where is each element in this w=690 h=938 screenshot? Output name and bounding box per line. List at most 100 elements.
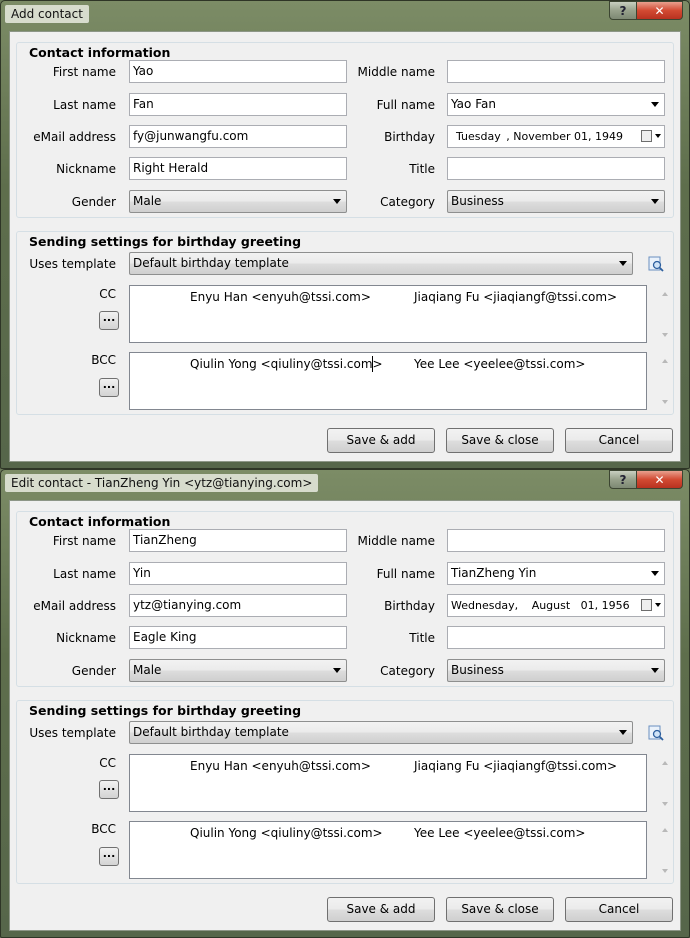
text-cursor [372, 356, 373, 372]
birthday-picker[interactable]: Tuesday , November 01, 1949 [447, 125, 665, 148]
template-select[interactable]: Default birthday template [129, 252, 633, 275]
category-label: Category [380, 195, 435, 209]
bcc-recipients-field[interactable]: Qiulin Yong <qiuliny@tssi.com> Yee Lee <… [129, 352, 647, 410]
bcc-label: BCC [91, 353, 116, 367]
chevron-down-icon[interactable] [655, 603, 661, 607]
recipient-chip[interactable]: Yee Lee <yeelee@tssi.com> [414, 357, 585, 371]
help-button[interactable]: ? [609, 470, 637, 489]
help-button[interactable]: ? [609, 1, 637, 20]
scroll-up-icon[interactable] [662, 761, 668, 765]
group-heading: Sending settings for birthday greeting [29, 234, 306, 249]
full-name-combo[interactable]: Yao Fan [447, 93, 665, 116]
lookup-icon[interactable] [648, 725, 664, 741]
close-button[interactable]: ✕ [637, 1, 683, 20]
last-name-field[interactable]: Yin [129, 562, 347, 585]
last-name-label: Last name [53, 98, 116, 112]
gender-label: Gender [71, 195, 116, 209]
recipient-chip[interactable]: Jiaqiang Fu <jiaqiangf@tssi.com> [414, 290, 617, 304]
title-bar[interactable]: Add contact ? ✕ [1, 1, 689, 29]
gender-value: Male [133, 194, 162, 208]
bcc-recipients-field[interactable]: Qiulin Yong <qiuliny@tssi.com> Yee Lee <… [129, 821, 647, 879]
full-name-label: Full name [376, 567, 435, 581]
cancel-button[interactable]: Cancel [565, 897, 673, 922]
cc-recipients-field[interactable]: Enyu Han <enyuh@tssi.com> Jiaqiang Fu <j… [129, 285, 647, 343]
template-select[interactable]: Default birthday template [129, 721, 633, 744]
scroll-up-icon[interactable] [662, 828, 668, 832]
cc-label: CC [99, 287, 116, 301]
first-name-field[interactable]: TianZheng [129, 529, 347, 552]
scroll-down-icon[interactable] [662, 400, 668, 404]
cc-recipients-field[interactable]: Enyu Han <enyuh@tssi.com> Jiaqiang Fu <j… [129, 754, 647, 812]
save-close-button[interactable]: Save & close [446, 428, 554, 453]
gender-label: Gender [71, 664, 116, 678]
recipient-chip[interactable]: Enyu Han <enyuh@tssi.com> [190, 759, 371, 773]
template-label: Uses template [29, 726, 116, 740]
category-select[interactable]: Business [447, 659, 665, 682]
bcc-browse-button[interactable]: ... [99, 847, 119, 866]
gender-select[interactable]: Male [129, 190, 347, 213]
window-title: Edit contact - TianZheng Yin <ytz@tianyi… [5, 474, 319, 492]
recipient-chip[interactable]: Qiulin Yong <qiuliny@tssi.com> [190, 826, 383, 840]
title-field[interactable] [447, 626, 665, 649]
last-name-field[interactable]: Fan [129, 93, 347, 116]
cc-browse-button[interactable]: ... [99, 780, 119, 799]
email-field[interactable]: fy@junwangfu.com [129, 125, 347, 148]
chevron-down-icon[interactable] [619, 730, 627, 735]
email-field[interactable]: ytz@tianying.com [129, 594, 347, 617]
scroll-down-icon[interactable] [662, 869, 668, 873]
middle-name-field[interactable] [447, 60, 665, 83]
birthday-date: , November 01, 1949 [506, 130, 623, 143]
bcc-label: BCC [91, 822, 116, 836]
calendar-icon[interactable] [641, 130, 652, 142]
birthday-picker[interactable]: Wednesday, August 01, 1956 [447, 594, 665, 617]
dialog-body: Contact information First name Yao Middl… [9, 31, 681, 462]
nickname-field[interactable]: Right Herald [129, 157, 347, 180]
scroll-up-icon[interactable] [662, 359, 668, 363]
birthday-weekday: Wednesday, [451, 599, 519, 612]
full-name-value: TianZheng Yin [451, 566, 537, 580]
first-name-label: First name [52, 534, 116, 548]
close-button[interactable]: ✕ [637, 470, 683, 489]
chevron-down-icon[interactable] [651, 102, 659, 107]
gender-select[interactable]: Male [129, 659, 347, 682]
template-label: Uses template [29, 257, 116, 271]
chevron-down-icon[interactable] [651, 668, 659, 673]
dialog-body: Contact information First name TianZheng… [9, 500, 681, 931]
cc-browse-button[interactable]: ... [99, 311, 119, 330]
bcc-browse-button[interactable]: ... [99, 378, 119, 397]
lookup-icon[interactable] [648, 256, 664, 272]
full-name-combo[interactable]: TianZheng Yin [447, 562, 665, 585]
chevron-down-icon[interactable] [655, 134, 661, 138]
recipient-chip[interactable]: Enyu Han <enyuh@tssi.com> [190, 290, 371, 304]
chevron-down-icon[interactable] [651, 571, 659, 576]
middle-name-label: Middle name [357, 534, 435, 548]
recipient-chip[interactable]: Yee Lee <yeelee@tssi.com> [414, 826, 585, 840]
middle-name-field[interactable] [447, 529, 665, 552]
calendar-icon[interactable] [641, 599, 652, 611]
category-select[interactable]: Business [447, 190, 665, 213]
birthday-date: August 01, 1956 [531, 599, 630, 612]
save-close-button[interactable]: Save & close [446, 897, 554, 922]
chevron-down-icon[interactable] [619, 261, 627, 266]
scroll-up-icon[interactable] [662, 292, 668, 296]
email-label: eMail address [33, 599, 116, 613]
chevron-down-icon[interactable] [651, 199, 659, 204]
title-bar[interactable]: Edit contact - TianZheng Yin <ytz@tianyi… [1, 470, 689, 498]
nickname-field[interactable]: Eagle King [129, 626, 347, 649]
scroll-down-icon[interactable] [662, 802, 668, 806]
cancel-button[interactable]: Cancel [565, 428, 673, 453]
scroll-down-icon[interactable] [662, 333, 668, 337]
edit-contact-dialog: Edit contact - TianZheng Yin <ytz@tianyi… [0, 469, 690, 938]
save-add-button[interactable]: Save & add [327, 897, 435, 922]
save-add-button[interactable]: Save & add [327, 428, 435, 453]
full-name-value: Yao Fan [451, 97, 496, 111]
last-name-label: Last name [53, 567, 116, 581]
window-title: Add contact [5, 5, 89, 23]
recipient-chip[interactable]: Jiaqiang Fu <jiaqiangf@tssi.com> [414, 759, 617, 773]
title-field[interactable] [447, 157, 665, 180]
recipient-chip[interactable]: Qiulin Yong <qiuliny@tssi.com> [190, 357, 383, 371]
middle-name-label: Middle name [357, 65, 435, 79]
title-label: Title [409, 631, 435, 645]
first-name-field[interactable]: Yao [129, 60, 347, 83]
group-heading: Contact information [29, 45, 175, 60]
